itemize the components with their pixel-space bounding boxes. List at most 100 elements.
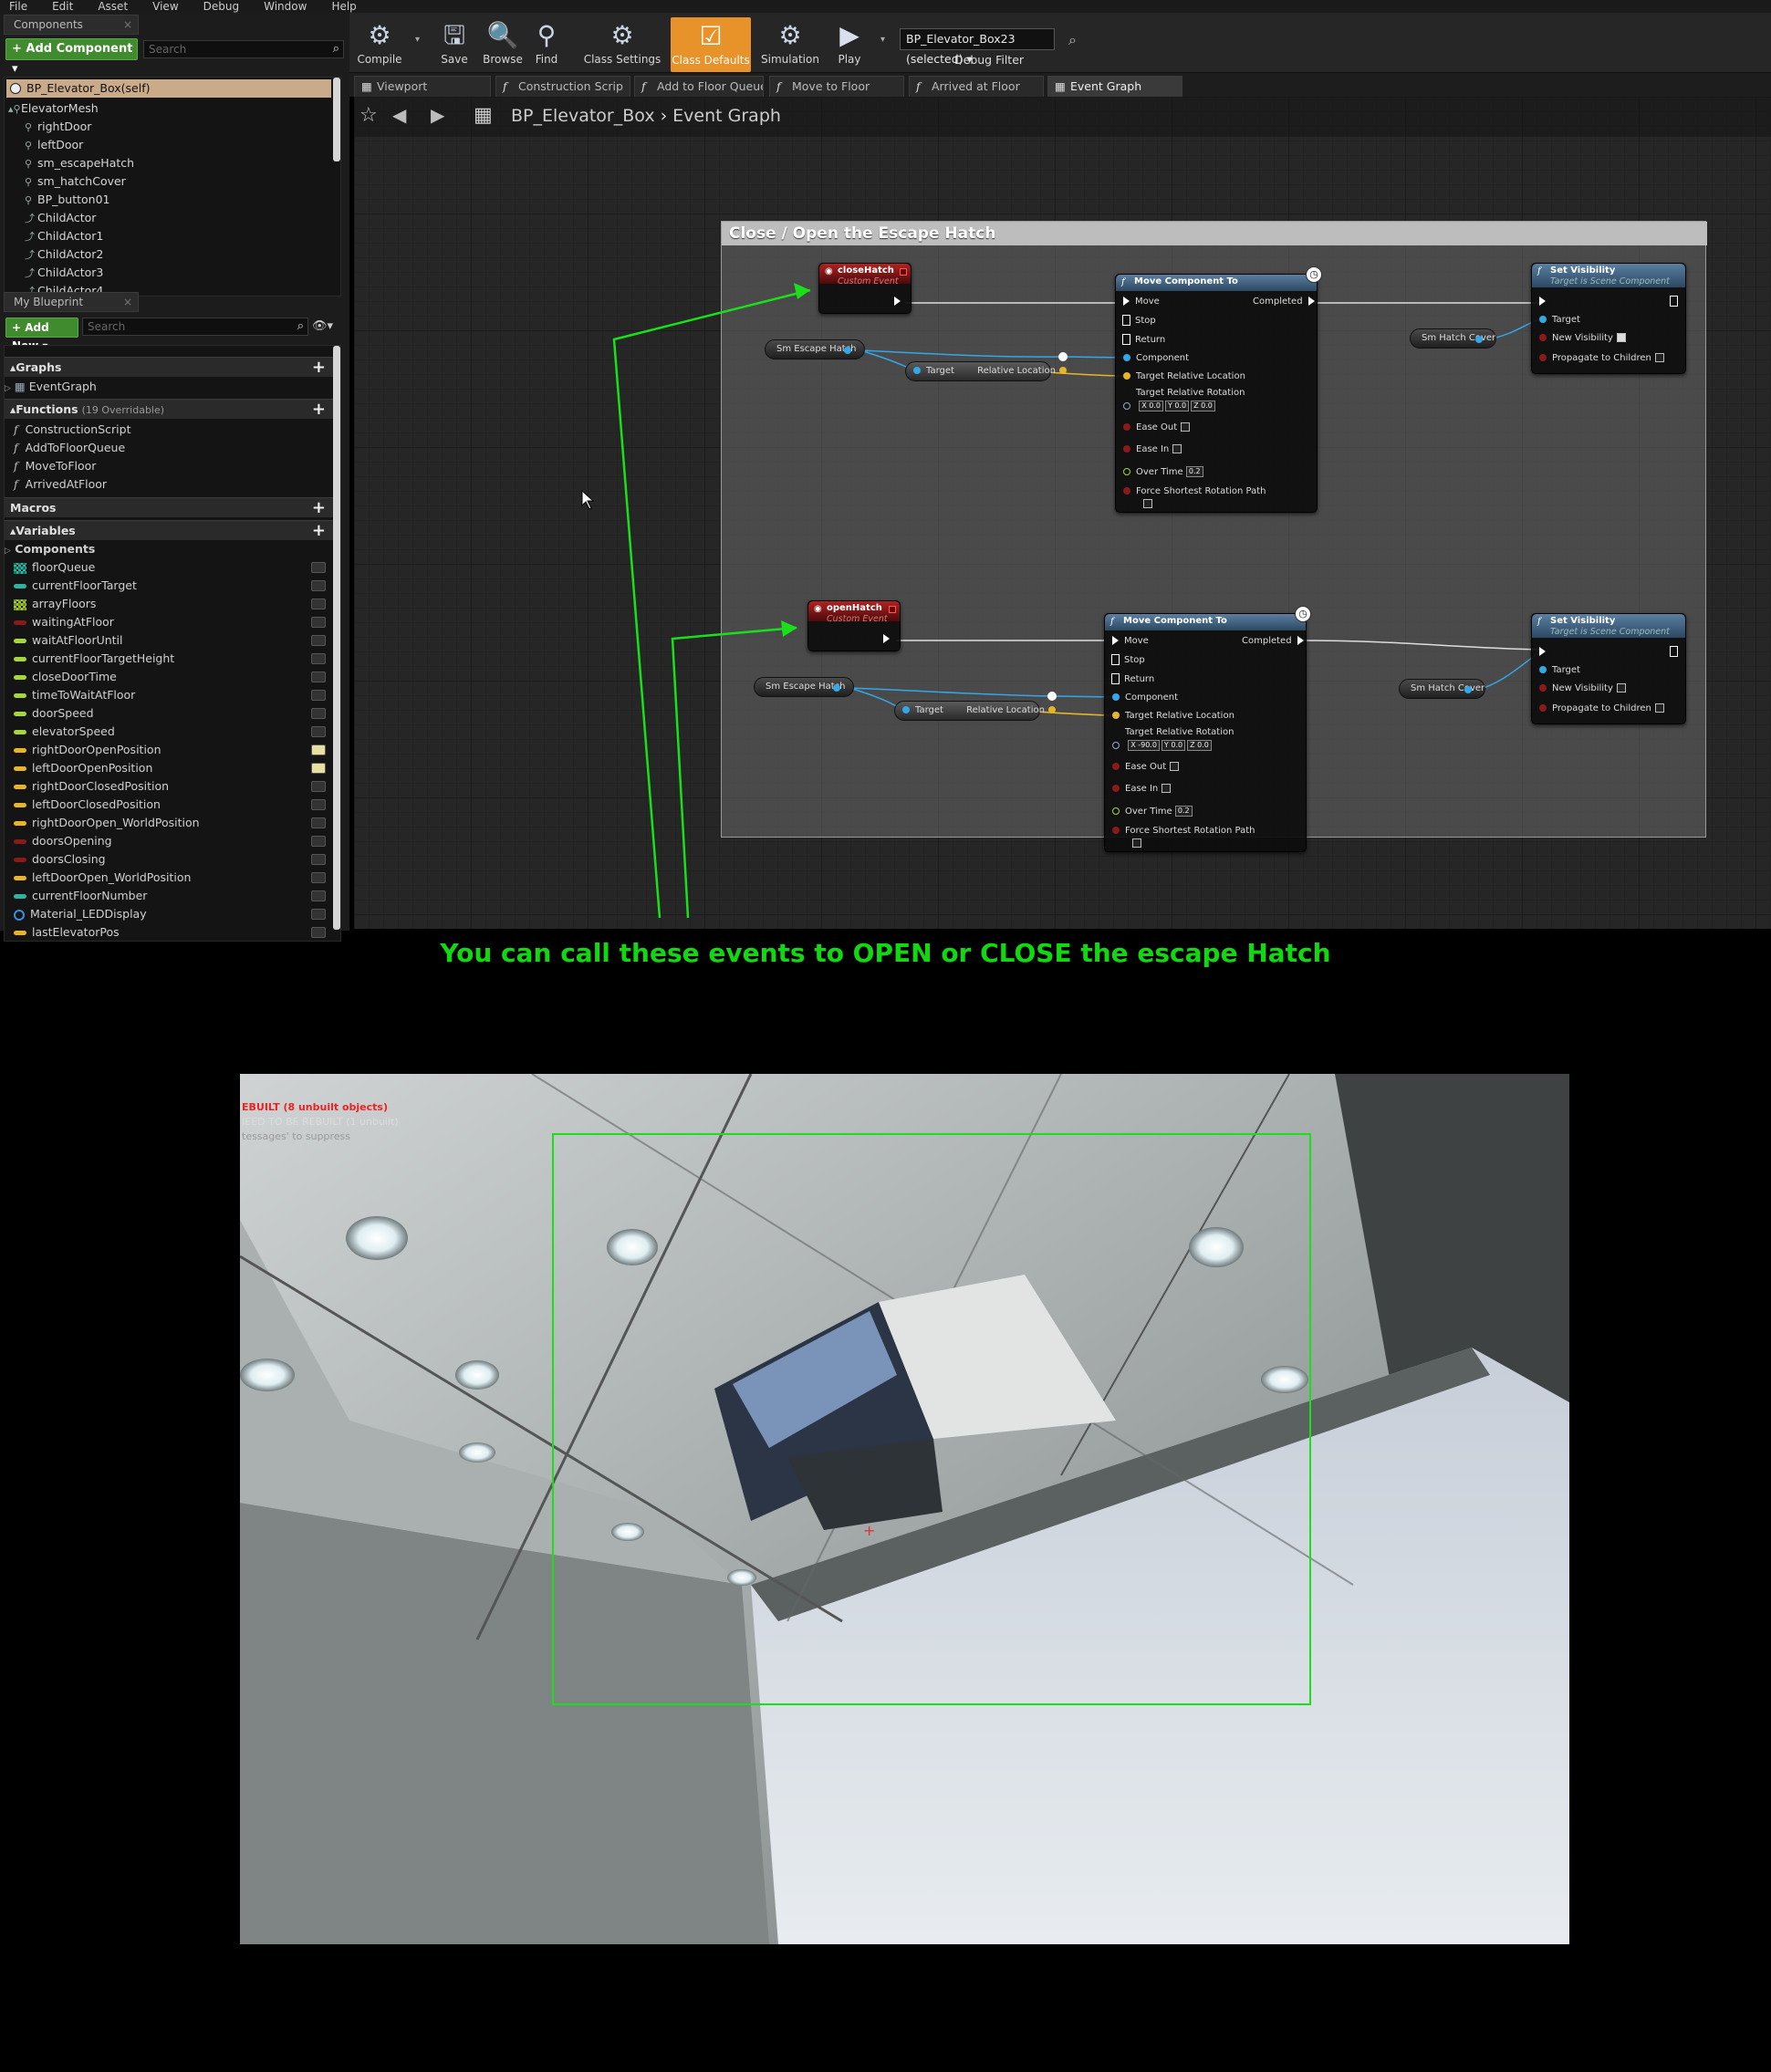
rot-x-field[interactable]: X -90.0 [1128,740,1160,751]
pin-return[interactable]: Return [1122,334,1165,345]
pin-over-time[interactable]: Over Time 0.2 [1123,466,1205,477]
set-visibility-node-open[interactable]: f Set Visibility Target is Scene Compone… [1531,613,1686,724]
tab-event-graph[interactable]: ▦ Event Graph [1047,76,1182,97]
close-icon[interactable]: × [123,293,132,311]
reroute-knot[interactable] [1058,352,1068,361]
pin-over-time[interactable]: Over Time 0.2 [1112,806,1194,817]
variable-item[interactable]: currentFloorTargetHeight [14,650,340,668]
find-button[interactable]: ⚲ Find [518,16,575,71]
pin-target-rotation[interactable]: X -90.0 Y 0.0 Z 0.0 [1112,740,1214,751]
components-search-input[interactable]: Search ⌕ [143,40,344,58]
variable-item[interactable]: closeDoorTime [14,668,340,686]
eye-closed-icon[interactable] [311,890,326,901]
rot-z-field[interactable]: Z 0.0 [1187,740,1212,751]
compile-dropdown-icon[interactable]: ▾ [415,35,420,45]
object-pin[interactable] [1475,336,1483,343]
tab-viewport[interactable]: ▦ Viewport [354,76,491,97]
graphs-section[interactable]: ▴Graphs + [5,357,333,377]
pin-component[interactable]: Component [1112,692,1178,703]
pin-propagate[interactable]: Propagate to Children [1539,703,1664,713]
menu-file[interactable]: File [9,0,27,13]
function-item[interactable]: f ArrivedAtFloor [14,475,107,494]
simulation-button[interactable]: ⚙ Simulation [758,16,822,71]
new-visibility-checkbox-checked[interactable] [1616,333,1626,342]
function-item[interactable]: f MoveToFloor [14,457,96,475]
eye-closed-icon[interactable] [311,672,326,682]
component-item[interactable]: ⚲ leftDoor [25,136,83,154]
variables-section[interactable]: ▴Variables + [5,520,333,540]
component-item[interactable]: ⤴ ChildActor2 [25,245,103,264]
hatch-cover-var-node-2[interactable]: Sm Hatch Cover [1399,679,1485,699]
eye-closed-icon[interactable] [311,817,326,828]
rot-x-field[interactable]: X 0.0 [1139,401,1163,411]
ease-out-checkbox[interactable] [1170,762,1180,771]
tab-construction-script[interactable]: f Construction Scrip [495,76,630,97]
exec-in-pin[interactable] [1539,297,1551,307]
exec-out-pin[interactable] [1670,646,1682,657]
component-item[interactable]: ⚲ sm_hatchCover [25,172,126,191]
eye-closed-icon[interactable] [311,653,326,664]
eye-closed-icon[interactable] [311,635,326,646]
component-item[interactable]: ⤴ ChildActor1 [25,227,103,245]
variable-item[interactable]: leftDoorOpen_WorldPosition [14,869,340,887]
close-hatch-event-node[interactable]: ◉ closeHatch Custom Event [818,263,912,314]
ease-in-checkbox[interactable] [1162,784,1172,793]
pin-target-location[interactable]: Target Relative Location [1112,711,1234,721]
pin-force-shortest[interactable]: Force Shortest Rotation Path [1123,486,1266,496]
play-button[interactable]: ▶ Play [824,16,875,71]
compile-button[interactable]: ⚙ Compile [351,16,408,71]
escape-hatch-var-node-2[interactable]: Sm Escape Hatch [754,677,854,697]
variable-item[interactable]: doorsClosing [14,850,340,869]
graph-item-eventgraph[interactable]: ▷ ▦ EventGraph [5,378,97,396]
propagate-checkbox[interactable] [1654,353,1664,362]
component-item[interactable]: ⤴ ChildActor3 [25,264,103,282]
eye-closed-icon[interactable] [311,562,326,573]
variable-item[interactable]: arrayFloors [14,595,340,613]
component-self-item[interactable]: BP_Elevator_Box(self) [6,79,331,98]
force-shortest-checkbox[interactable] [1143,499,1152,508]
over-time-field[interactable]: 0.2 [1174,806,1193,817]
pin-ease-in[interactable]: Ease In [1123,444,1182,454]
variable-item[interactable]: rightDoorOpenPosition [14,741,340,759]
menu-help[interactable]: Help [331,0,356,13]
menu-debug[interactable]: Debug [203,0,239,13]
menu-view[interactable]: View [152,0,178,13]
play-dropdown-icon[interactable]: ▾ [880,35,885,45]
pin-stop[interactable]: Stop [1122,315,1156,326]
set-visibility-node-close[interactable]: f Set Visibility Target is Scene Compone… [1531,263,1686,374]
relative-location-node-2[interactable]: Target Relative Location [894,701,1056,721]
debug-object-select[interactable]: BP_Elevator_Box23 (selected) ▾ [900,28,1055,66]
over-time-field[interactable]: 0.2 [1185,466,1203,477]
ease-out-checkbox[interactable] [1181,422,1191,432]
pin-force-shortest[interactable]: Force Shortest Rotation Path [1112,826,1255,836]
add-variable-icon[interactable]: + [312,521,326,541]
variable-item[interactable]: Material_LEDDisplay [14,905,340,923]
eye-closed-icon[interactable] [311,599,326,609]
function-item[interactable]: f ConstructionScript [14,421,131,439]
move-component-node-close[interactable]: f Move Component To ◷ Move Completed Sto… [1115,266,1322,513]
component-item[interactable]: ⚲ sm_escapeHatch [25,154,134,172]
target-pin[interactable] [902,706,910,713]
component-item[interactable]: ⤴ ChildActor [25,209,96,227]
move-component-node-open[interactable]: f Move Component To ◷ Move Completed Sto… [1104,606,1311,852]
pin-move[interactable]: Move [1112,636,1149,646]
pin-ease-in[interactable]: Ease In [1112,784,1172,794]
exec-out-pin[interactable] [1670,296,1682,307]
pin-propagate[interactable]: Propagate to Children [1539,353,1664,363]
component-tree-scrollbar[interactable] [333,78,340,161]
eye-closed-icon[interactable] [311,799,326,810]
variable-item[interactable]: waitAtFloorUntil [14,631,340,650]
variable-item[interactable]: currentFloorTarget [14,577,340,595]
macros-section[interactable]: Macros + [5,497,333,517]
pin-completed[interactable]: Completed [1242,636,1309,646]
tab-add-to-floor-queue[interactable]: f Add to Floor Queue [634,76,764,97]
eye-closed-icon[interactable] [311,580,326,591]
variable-item[interactable]: elevatorSpeed [14,723,340,741]
delegate-pin[interactable] [889,606,896,613]
tab-my-blueprint[interactable]: My Blueprint × [4,292,139,312]
variable-item[interactable]: floorQueue [14,558,340,577]
blueprint-search-input[interactable]: Search ⌕ [82,318,308,336]
pin-completed[interactable]: Completed [1253,297,1320,307]
new-visibility-checkbox[interactable] [1616,683,1626,692]
close-icon[interactable]: × [123,16,132,34]
